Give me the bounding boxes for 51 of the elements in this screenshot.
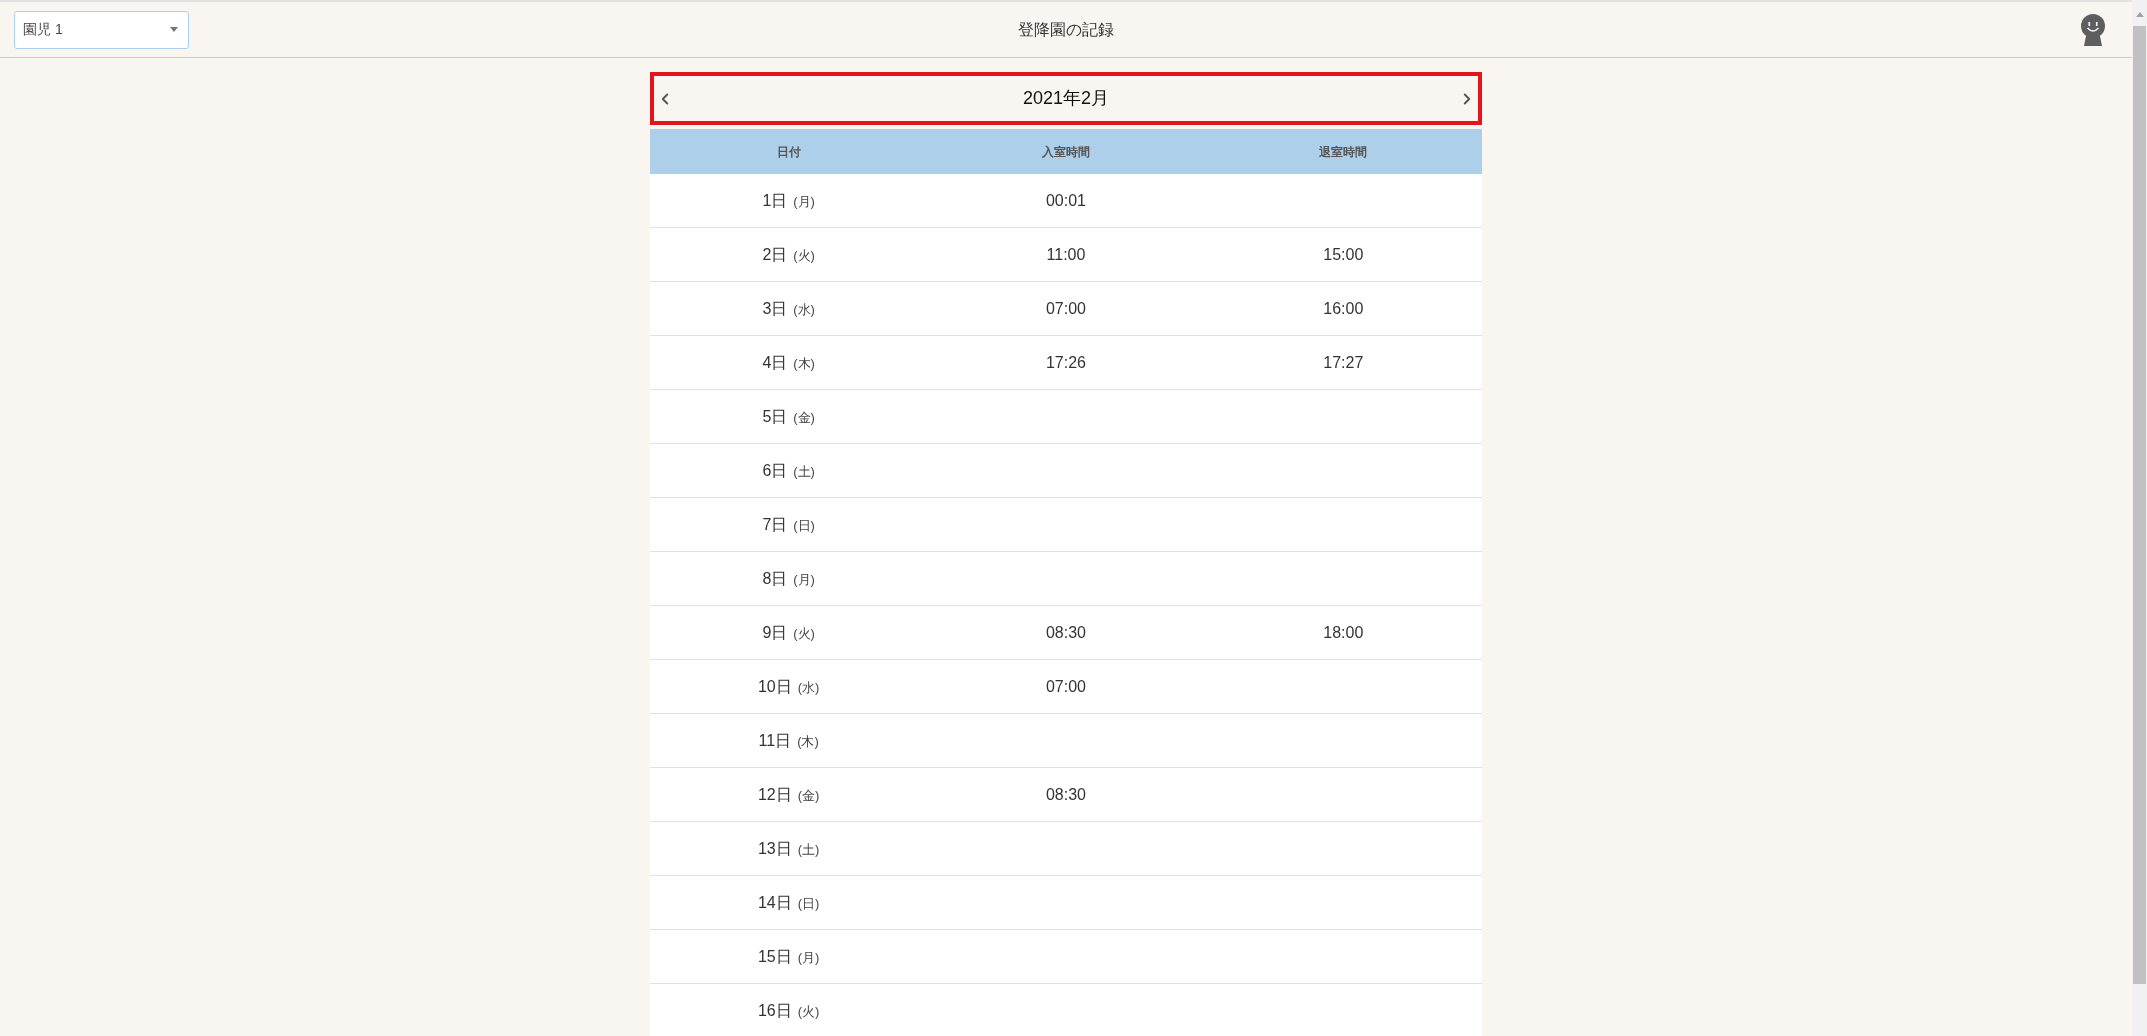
- column-header: 入室時間: [1042, 143, 1090, 161]
- weekday-label: (水): [797, 678, 820, 697]
- entry-time: 00:01: [1045, 190, 1086, 211]
- caret-icon: [170, 27, 178, 32]
- month-label: 2021年2月: [1022, 87, 1110, 110]
- entry-time: 17:26: [1045, 352, 1086, 373]
- day-label: 12日: [757, 784, 792, 805]
- weekday-label: (木): [793, 354, 815, 373]
- weekday-label: (月): [797, 948, 820, 967]
- column-header: 日付: [776, 143, 801, 161]
- entry-time: 11:00: [1046, 244, 1086, 265]
- entry-time: 08:30: [1045, 784, 1086, 805]
- weekday-label: (日): [797, 894, 820, 913]
- exit-time: 16:00: [1323, 298, 1364, 319]
- weekday-label: (水): [793, 300, 815, 319]
- weekday-label: (火): [797, 1002, 820, 1021]
- weekday-label: (月): [793, 570, 815, 589]
- entry-time: 07:00: [1045, 298, 1086, 319]
- day-label: 7日: [762, 514, 788, 535]
- child-select[interactable]: 園児 1: [14, 10, 189, 49]
- day-label: 14日: [757, 892, 792, 913]
- weekday-label: (日): [793, 516, 815, 535]
- day-label: 5日: [762, 406, 788, 427]
- day-label: 4日: [762, 352, 788, 373]
- entry-time: 08:30: [1045, 622, 1086, 643]
- scrollbar-thumb[interactable]: [2133, 26, 2146, 984]
- weekday-label: (金): [797, 786, 820, 805]
- day-label: 3日: [762, 298, 788, 319]
- weekday-label: (金): [793, 408, 815, 427]
- exit-time: 18:00: [1323, 622, 1364, 643]
- day-label: 8日: [762, 568, 788, 589]
- weekday-label: (火): [793, 624, 815, 643]
- page-title: 登降園の記録: [1018, 19, 1114, 40]
- day-label: 10日: [757, 676, 792, 697]
- day-label: 16日: [757, 1000, 792, 1021]
- weekday-label: (木): [797, 732, 819, 751]
- day-label: 11日: [758, 730, 792, 751]
- weekday-label: (土): [793, 462, 815, 481]
- day-label: 1日: [762, 190, 788, 211]
- column-header: 退室時間: [1319, 143, 1368, 161]
- day-label: 13日: [757, 838, 792, 859]
- exit-time: 17:27: [1323, 352, 1364, 373]
- weekday-label: (火): [793, 246, 815, 265]
- exit-time: 15:00: [1323, 244, 1364, 265]
- day-label: 9日: [762, 622, 788, 643]
- entry-time: 07:00: [1045, 676, 1086, 697]
- day-label: 6日: [762, 460, 788, 481]
- weekday-label: (土): [797, 840, 820, 859]
- weekday-label: (月): [793, 192, 815, 211]
- day-label: 15日: [757, 946, 792, 967]
- day-label: 2日: [762, 244, 788, 265]
